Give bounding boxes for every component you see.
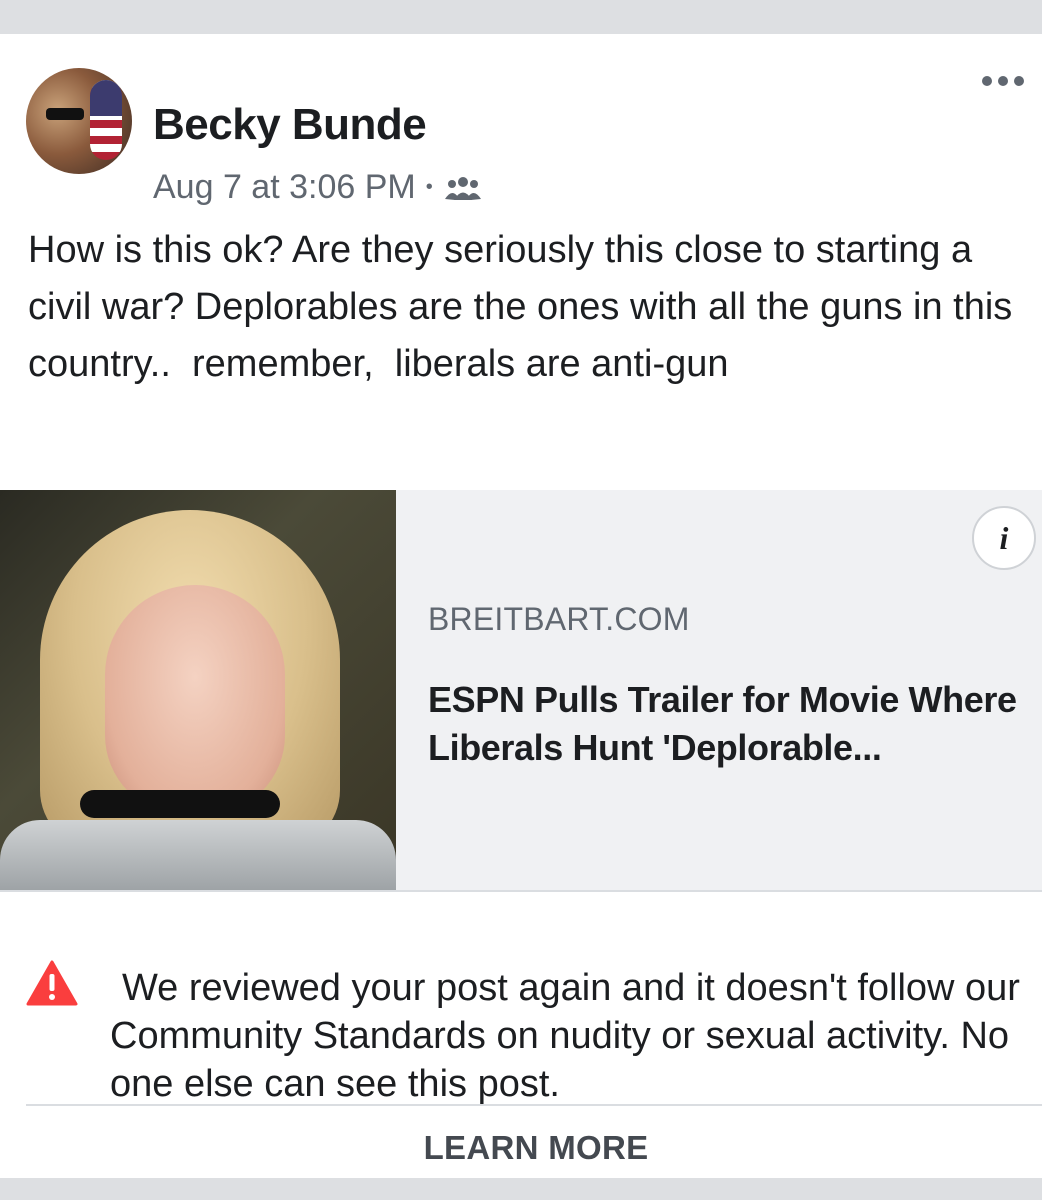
learn-more-button[interactable]: LEARN MORE (0, 1118, 1042, 1178)
sunglasses-detail (46, 108, 84, 120)
author-name[interactable]: Becky Bunde (153, 100, 427, 150)
post-card: Becky Bunde Aug 7 at 3:06 PM • How is th… (0, 34, 1042, 1178)
meta-separator: • (425, 176, 433, 198)
more-options-icon[interactable] (982, 76, 1024, 86)
link-preview-image[interactable] (0, 490, 396, 890)
friends-icon[interactable] (443, 173, 483, 203)
link-preview[interactable]: i BREITBART.COM ESPN Pulls Trailer for M… (0, 490, 1042, 892)
divider (26, 1104, 1042, 1106)
info-icon[interactable]: i (972, 506, 1036, 570)
link-domain: BREITBART.COM (428, 601, 690, 637)
post-text: How is this ok? Are they seriously this … (28, 229, 1023, 385)
post-meta: Aug 7 at 3:06 PM • (153, 168, 483, 207)
link-title[interactable]: ESPN Pulls Trailer for Movie Where Liber… (428, 676, 1038, 772)
community-standards-notice: We reviewed your post again and it doesn… (0, 922, 1042, 1105)
flag-decoration (90, 80, 122, 160)
warning-icon (26, 960, 78, 1006)
notice-text: We reviewed your post again and it doesn… (110, 967, 1020, 1105)
author-avatar[interactable] (26, 68, 132, 174)
post-timestamp[interactable]: Aug 7 at 3:06 PM (153, 168, 416, 207)
